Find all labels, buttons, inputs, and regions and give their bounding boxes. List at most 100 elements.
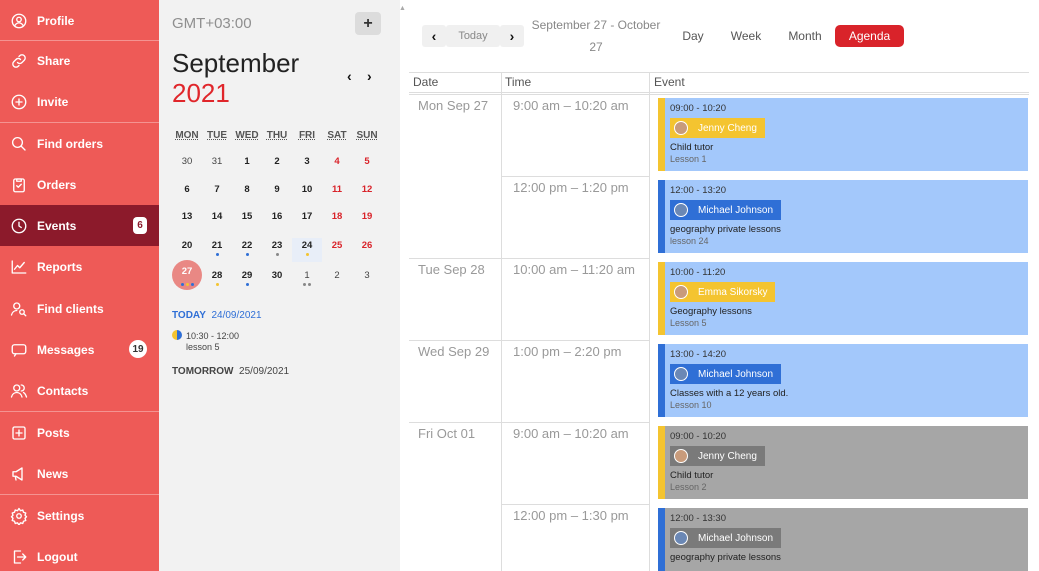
avatar: [674, 531, 688, 545]
event-person-tag[interactable]: Michael Johnson: [670, 200, 782, 220]
calendar-day[interactable]: 17: [292, 209, 322, 233]
sidebar-item-find-clients[interactable]: Find clients: [0, 288, 159, 329]
event-dots: [232, 253, 262, 256]
calendar-day[interactable]: 29: [232, 268, 262, 292]
event-dot: [308, 283, 311, 286]
sidebar-item-label: Profile: [37, 13, 75, 28]
sidebar-item-logout[interactable]: Logout: [0, 536, 159, 571]
today-button[interactable]: Today: [446, 25, 500, 47]
calendar-day[interactable]: 26: [352, 238, 382, 262]
next-month-button[interactable]: ›: [367, 68, 372, 84]
event-card[interactable]: 13:00 - 14:20 Michael Johnson Classes with…: [658, 344, 1028, 417]
calendar-day[interactable]: 5: [352, 154, 382, 178]
scroll-up-icon[interactable]: ▲: [399, 5, 407, 12]
calendar-day[interactable]: 16: [262, 209, 292, 233]
sidebar-item-orders[interactable]: Orders: [0, 164, 159, 205]
event-person-tag[interactable]: Michael Johnson: [670, 364, 782, 384]
calendar-day[interactable]: 8: [232, 182, 262, 206]
calendar-day[interactable]: 10: [292, 182, 322, 206]
calendar-day[interactable]: 14: [202, 209, 232, 233]
calendar-day[interactable]: 1: [232, 154, 262, 178]
next-range-button[interactable]: ›: [500, 25, 524, 47]
calendar-day[interactable]: 22: [232, 238, 262, 262]
calendar-day[interactable]: 25: [322, 238, 352, 262]
calendar-day-number: 29: [241, 270, 253, 281]
calendar-day-number: 6: [184, 184, 190, 195]
calendar-day-number: 26: [361, 240, 373, 251]
weekday-wed: WED: [235, 130, 259, 141]
view-week-button[interactable]: Week: [723, 25, 769, 47]
calendar-day[interactable]: 15: [232, 209, 262, 233]
calendar-day[interactable]: 1: [292, 268, 322, 292]
weekday-tue: TUE: [207, 130, 227, 141]
calendar-day-number: 30: [271, 270, 283, 281]
sidebar-item-posts[interactable]: Posts: [0, 412, 159, 453]
calendar-day[interactable]: 4: [322, 154, 352, 178]
event-card[interactable]: 09:00 - 10:20 Jenny Cheng Child tutor Lesso…: [658, 426, 1028, 499]
calendar-day[interactable]: 30: [172, 154, 202, 178]
calendar-day[interactable]: 30: [262, 268, 292, 292]
view-day-button[interactable]: Day: [673, 25, 713, 47]
sidebar-item-reports[interactable]: Reports: [0, 246, 159, 287]
prev-range-button[interactable]: ‹: [422, 25, 446, 47]
calendar-day[interactable]: 19: [352, 209, 382, 233]
calendar-day[interactable]: 24: [292, 238, 322, 262]
event-card[interactable]: 09:00 - 10:20 Jenny Cheng Child tutor Lesso…: [658, 98, 1028, 171]
event-person-tag[interactable]: Jenny Cheng: [670, 446, 765, 466]
sidebar-item-contacts[interactable]: Contacts: [0, 370, 159, 411]
calendar-day[interactable]: 9: [262, 182, 292, 206]
calendar-day[interactable]: 20: [172, 238, 202, 262]
month-title: September: [172, 48, 300, 78]
calendar-day[interactable]: 23: [262, 238, 292, 262]
sidebar-item-share[interactable]: Share: [0, 40, 159, 81]
event-person-name: Emma Sikorsky: [698, 286, 768, 298]
column-divider: [649, 73, 650, 571]
event-title: Geography lessons: [670, 306, 752, 317]
sidebar-item-profile[interactable]: Profile: [0, 0, 159, 41]
event-person-tag[interactable]: Michael Johnson: [670, 528, 782, 548]
calendar-day[interactable]: 2: [262, 154, 292, 178]
sidebar-item-find-orders[interactable]: Find orders: [0, 123, 159, 164]
row-divider: [409, 340, 649, 341]
event-title: geography private lessons: [670, 552, 781, 563]
event-dot: [215, 283, 219, 286]
event-time: 10:00 - 11:20: [670, 267, 726, 278]
prev-month-button[interactable]: ‹: [347, 68, 352, 84]
calendar-day[interactable]: 2: [322, 268, 352, 292]
sidebar-item-events[interactable]: Events 6: [0, 205, 159, 246]
calendar-day[interactable]: 28: [202, 268, 232, 292]
view-agenda-button[interactable]: Agenda: [835, 25, 904, 47]
view-month-button[interactable]: Month: [781, 25, 829, 47]
calendar-day-number: 20: [181, 240, 193, 251]
sidebar-item-invite[interactable]: Invite: [0, 81, 159, 122]
calendar-day[interactable]: 3: [292, 154, 322, 178]
today-event[interactable]: 10:30 - 12:00 lesson 5: [172, 330, 239, 353]
event-person-name: Michael Johnson: [698, 368, 774, 380]
chat-icon: [10, 341, 28, 359]
event-person-tag[interactable]: Jenny Cheng: [670, 118, 765, 138]
calendar-day[interactable]: 7: [202, 182, 232, 206]
event-card[interactable]: 10:00 - 11:20 Emma Sikorsky Geography less…: [658, 262, 1028, 335]
calendar-day[interactable]: 13: [172, 209, 202, 233]
calendar-day[interactable]: 6: [172, 182, 202, 206]
sidebar-item-news[interactable]: News: [0, 453, 159, 494]
calendar-day[interactable]: 31: [202, 154, 232, 178]
calendar-day-number: 31: [211, 156, 223, 167]
sidebar-item-messages[interactable]: Messages 19: [0, 329, 159, 370]
calendar-day-number: 5: [364, 156, 370, 167]
event-person-tag[interactable]: Emma Sikorsky: [670, 282, 776, 302]
add-event-button[interactable]: +: [355, 12, 381, 35]
weekday-sun: SUN: [356, 130, 378, 141]
calendar-day[interactable]: 18: [322, 209, 352, 233]
event-dots: [172, 283, 202, 286]
event-card[interactable]: 12:00 - 13:30 Michael Johnson geography pr…: [658, 508, 1028, 571]
calendar-day[interactable]: 21: [202, 238, 232, 262]
sidebar-item-settings[interactable]: Settings: [0, 495, 159, 536]
calendar-day[interactable]: 11: [322, 182, 352, 206]
event-card[interactable]: 12:00 - 13:20 Michael Johnson geography pr…: [658, 180, 1028, 253]
calendar-day[interactable]: 3: [352, 268, 382, 292]
calendar-day[interactable]: 27: [172, 260, 202, 292]
calendar-day[interactable]: 12: [352, 182, 382, 206]
event-dots: [292, 283, 322, 286]
row-divider: [409, 258, 649, 259]
